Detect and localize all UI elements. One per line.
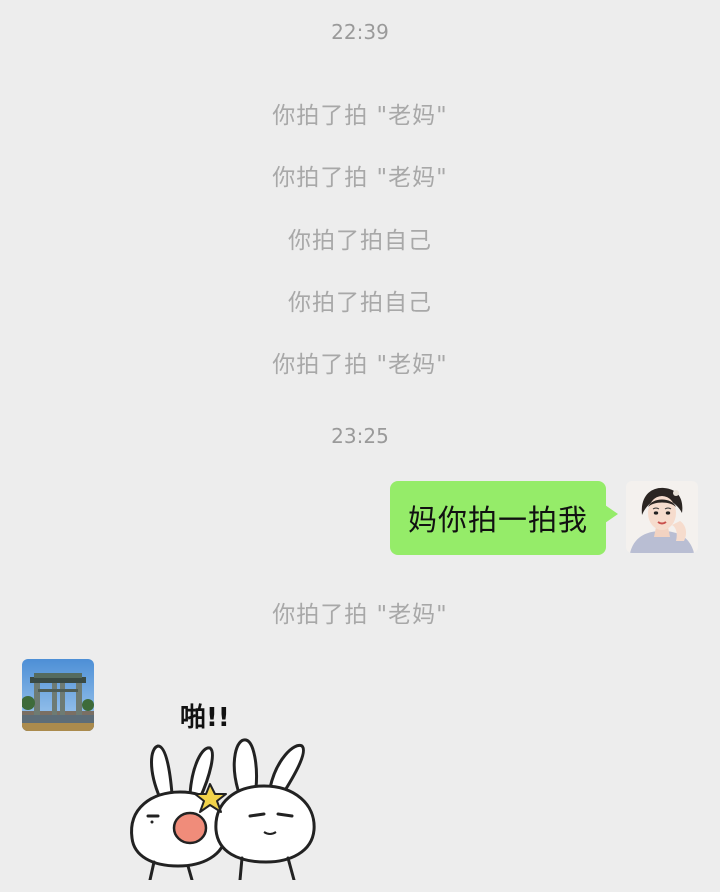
rabbit-slap-sticker[interactable]: 啪!! — [118, 690, 328, 882]
timestamp: 22:39 — [331, 20, 389, 44]
chat-view: 22:39 你拍了拍 "老妈" 你拍了拍 "老妈" 你拍了拍自己 你拍了拍自己 … — [0, 0, 720, 892]
woman-portrait-icon — [626, 481, 698, 553]
outgoing-message-row: 妈你拍一拍我 — [389, 481, 698, 555]
self-avatar[interactable] — [626, 481, 698, 553]
pat-notice: 你拍了拍 "老妈" — [272, 352, 448, 378]
landscape-gate-icon — [22, 659, 94, 731]
pat-notice: 你拍了拍自己 — [288, 228, 432, 254]
rabbit-sticker-icon: 啪!! — [130, 702, 316, 882]
pat-notice: 你拍了拍 "老妈" — [272, 103, 448, 129]
pat-notice: 你拍了拍自己 — [288, 290, 432, 316]
outgoing-message-bubble[interactable]: 妈你拍一拍我 — [389, 481, 619, 555]
pat-notice: 你拍了拍 "老妈" — [272, 602, 448, 628]
timestamp: 23:25 — [331, 424, 389, 448]
contact-avatar[interactable] — [22, 659, 94, 731]
pat-notice: 你拍了拍 "老妈" — [272, 165, 448, 191]
sticker-text: 啪!! — [180, 702, 230, 733]
